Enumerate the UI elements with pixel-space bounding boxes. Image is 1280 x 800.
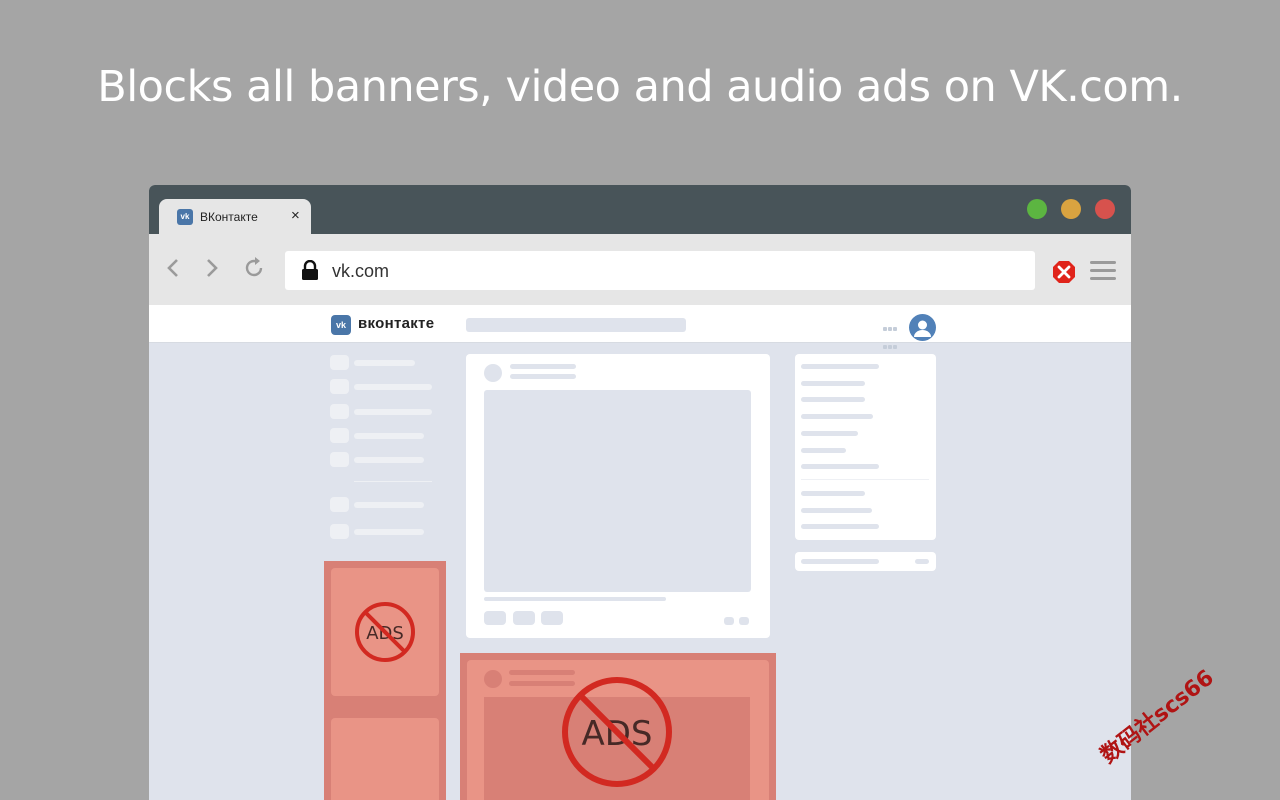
right-menu-item[interactable]: [801, 448, 846, 453]
comment-button[interactable]: [513, 611, 535, 625]
browser-tab[interactable]: vk ВКонтакте ×: [159, 199, 311, 234]
tab-title: ВКонтакте: [200, 210, 258, 224]
post-caption: [484, 597, 666, 601]
tab-close-icon[interactable]: ×: [291, 207, 300, 224]
vk-logo-text[interactable]: вконтакте: [358, 315, 434, 332]
post-author: [510, 364, 576, 369]
window-close-button[interactable]: [1095, 199, 1115, 219]
forward-icon[interactable]: [199, 256, 223, 280]
right-menu-item[interactable]: [801, 381, 865, 386]
right-menu-item[interactable]: [801, 508, 872, 513]
lock-icon: [302, 260, 318, 280]
right-menu-divider: [801, 479, 929, 480]
right-menu-item[interactable]: [801, 464, 879, 469]
right-menu-item[interactable]: [801, 431, 858, 436]
browser-toolbar: vk.com: [149, 234, 1131, 305]
right-small-card: [795, 552, 936, 571]
url-text: vk.com: [332, 261, 390, 281]
headline: Blocks all banners, video and audio ads …: [97, 62, 1183, 112]
hamburger-menu-icon[interactable]: [1090, 261, 1116, 283]
no-ads-icon: ADS: [355, 602, 415, 662]
window-minimize-button[interactable]: [1061, 199, 1081, 219]
right-menu-card: [795, 354, 936, 540]
back-icon[interactable]: [162, 256, 186, 280]
avatar[interactable]: [909, 314, 936, 341]
share-button[interactable]: [541, 611, 563, 625]
right-menu-item[interactable]: [801, 364, 879, 369]
vk-page: vk вконтакте ADS: [149, 305, 1131, 800]
views-icon: [739, 617, 749, 625]
right-menu-item[interactable]: [801, 397, 865, 402]
reload-icon[interactable]: [242, 256, 266, 280]
vk-header: vk вконтакте: [149, 305, 1131, 367]
vk-favicon-icon: vk: [177, 209, 193, 225]
feed-ad-zone: ADS: [460, 653, 776, 800]
window-maximize-button[interactable]: [1027, 199, 1047, 219]
blocked-x-icon[interactable]: [1052, 260, 1076, 284]
post-card: [466, 354, 770, 638]
sidebar-ad-zone: ADS: [324, 561, 446, 800]
right-menu-item[interactable]: [801, 524, 879, 529]
address-bar[interactable]: vk.com: [285, 251, 1035, 290]
views-count: [724, 617, 734, 625]
vk-logo-icon[interactable]: vk: [331, 315, 351, 335]
post-date: [510, 374, 576, 379]
title-bar: vk ВКонтакте ×: [149, 185, 1131, 234]
sidebar-divider: [354, 481, 432, 482]
post-image: [484, 390, 751, 592]
watermark-text: 数码社scs66: [1098, 665, 1219, 769]
no-ads-icon: ADS: [562, 677, 672, 787]
blocked-ad-banner: [331, 718, 439, 800]
like-button[interactable]: [484, 611, 506, 625]
right-menu-item[interactable]: [801, 414, 873, 419]
right-card-item[interactable]: [801, 559, 879, 564]
watermark: 数码社scs66: [1098, 665, 1219, 769]
browser-window: vk ВКонтакте × vk.com vk вконтакте: [149, 185, 1131, 800]
avatar: [484, 364, 502, 382]
apps-grid-icon[interactable]: [883, 319, 901, 367]
right-card-toggle[interactable]: [915, 559, 929, 564]
vk-search-input[interactable]: [466, 318, 686, 332]
right-menu-item[interactable]: [801, 491, 865, 496]
